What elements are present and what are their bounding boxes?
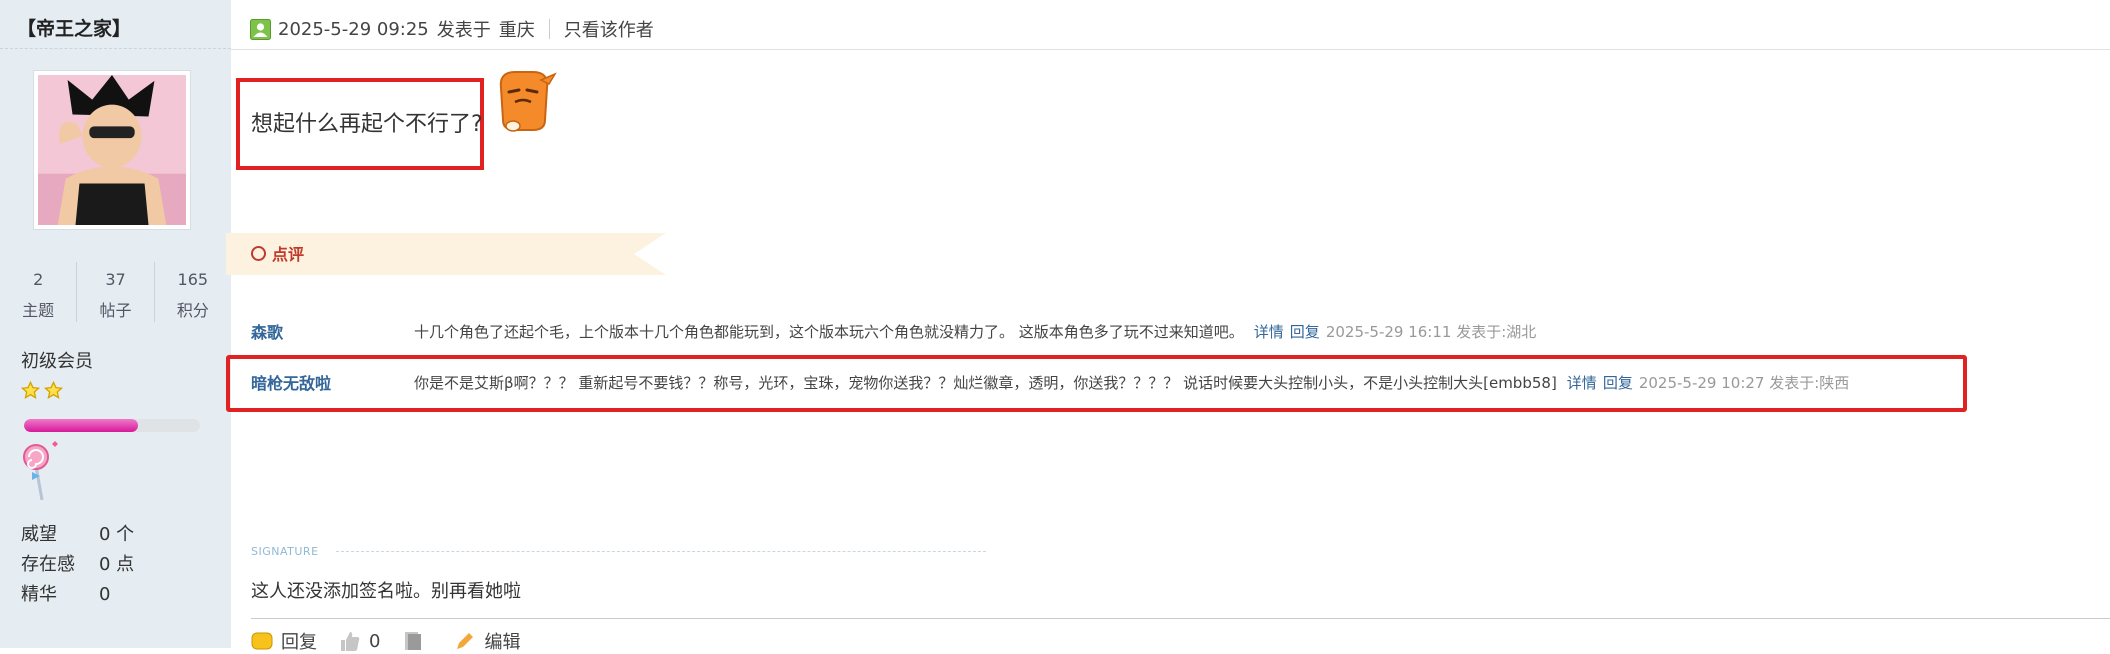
- comment-detail-link[interactable]: 详情: [1567, 372, 1597, 393]
- info-value: 0 点: [99, 554, 135, 575]
- comment-author[interactable]: 暗枪无敌啦: [251, 370, 414, 394]
- stat-value: 165: [177, 270, 209, 289]
- comment-time: 2025-5-29 16:11 发表于:湖北: [1325, 322, 1537, 341]
- review-title: 点评: [251, 241, 304, 265]
- like-count: 0: [369, 630, 381, 652]
- reply-icon: [251, 632, 273, 650]
- star-icon: [21, 381, 40, 399]
- thumbs-up-icon: [341, 632, 360, 651]
- review-circle-icon: [251, 245, 266, 261]
- stat-value: 2: [33, 270, 44, 289]
- comment-text: 十几个角色了还起个毛，上个版本十几个角色都能玩到，这个版本玩六个角色就没精力了。…: [414, 322, 1244, 341]
- stat-label: 积分: [176, 301, 209, 320]
- level-progress-fill: [24, 419, 139, 432]
- only-author-link[interactable]: 只看该作者: [564, 16, 654, 42]
- avatar-image: [38, 75, 186, 225]
- info-key: 威望: [21, 524, 57, 545]
- info-key: 精华: [21, 584, 57, 605]
- info-digest: 精华 0: [21, 580, 110, 606]
- lollipop-medal-icon[interactable]: [22, 440, 62, 502]
- review-title-text: 点评: [272, 245, 305, 264]
- stat-label: 主题: [22, 301, 55, 320]
- footer-divider: [251, 618, 2110, 619]
- star-icon: [44, 381, 63, 399]
- comment-text: 你是不是艾斯β啊？？？ 重新起号不要钱？？称号，光环，宝珠，宠物你送我？？灿烂徽…: [414, 373, 1557, 392]
- header-separator: [548, 19, 550, 39]
- comment-reply-link[interactable]: 回复: [1603, 372, 1633, 393]
- stat-label: 帖子: [99, 301, 132, 320]
- reply-label: 回复: [281, 632, 317, 653]
- author-avatar[interactable]: [33, 70, 191, 230]
- review-comment: 暗枪无敌啦 你是不是艾斯β啊？？？ 重新起号不要钱？？称号，光环，宝珠，宠物你送…: [251, 369, 1849, 395]
- info-value: 0: [99, 584, 111, 605]
- info-prestige: 威望 0 个: [21, 520, 134, 546]
- author-sidebar: 【帝王之家】 2 主题 37 帖子 165 积分 初级会员 威望 0 个 存在感…: [0, 0, 231, 648]
- author-stats: 2 主题 37 帖子 165 积分: [0, 262, 231, 322]
- post-actions: 回复 0 编辑: [251, 628, 542, 654]
- posted-at-label: 发表于: [436, 20, 491, 41]
- author-username[interactable]: 【帝王之家】: [17, 14, 131, 41]
- online-status-icon: [250, 18, 271, 40]
- signature-divider: [336, 551, 986, 552]
- post-datetime: 2025-5-29 09:25: [278, 18, 429, 40]
- info-key: 存在感: [21, 554, 75, 575]
- comment-author[interactable]: 森歌: [251, 319, 414, 343]
- post-location: 重庆: [498, 20, 535, 41]
- stat-posts[interactable]: 37 帖子: [76, 262, 153, 322]
- review-comment: 森歌 十几个角色了还起个毛，上个版本十几个角色都能玩到，这个版本玩六个角色就没精…: [251, 318, 1536, 344]
- edit-button[interactable]: 编辑: [454, 628, 520, 654]
- signature-label: SIGNATURE: [251, 545, 319, 558]
- level-stars: [21, 381, 63, 400]
- like-button[interactable]: 0: [339, 630, 380, 652]
- post-header-divider: [231, 49, 2110, 50]
- favorite-button[interactable]: [402, 630, 432, 652]
- info-value: 0 个: [99, 524, 135, 545]
- stat-threads[interactable]: 2 主题: [0, 262, 76, 322]
- comment-reply-link[interactable]: 回复: [1290, 321, 1320, 342]
- comment-detail-link[interactable]: 详情: [1254, 321, 1284, 342]
- level-progress-bar: [24, 419, 200, 432]
- pencil-icon: [457, 633, 474, 649]
- post-header: 2025-5-29 09:25 发表于 重庆 只看该作者: [250, 14, 654, 44]
- orange-cartoon-emoji-icon: [499, 71, 557, 132]
- post-content: 想起什么再起个不行了?: [251, 112, 483, 137]
- info-presence: 存在感 0 点: [21, 550, 134, 576]
- edit-label: 编辑: [484, 632, 521, 653]
- member-group[interactable]: 初级会员: [21, 347, 93, 373]
- sidebar-divider: [0, 48, 231, 49]
- stat-credits[interactable]: 165 积分: [153, 262, 231, 322]
- comment-time: 2025-5-29 10:27 发表于:陕西: [1638, 373, 1850, 392]
- signature-text: 这人还没添加签名啦。别再看她啦: [251, 581, 521, 602]
- stat-value: 37: [105, 270, 126, 289]
- book-icon: [405, 632, 422, 650]
- reply-button[interactable]: 回复: [251, 628, 317, 654]
